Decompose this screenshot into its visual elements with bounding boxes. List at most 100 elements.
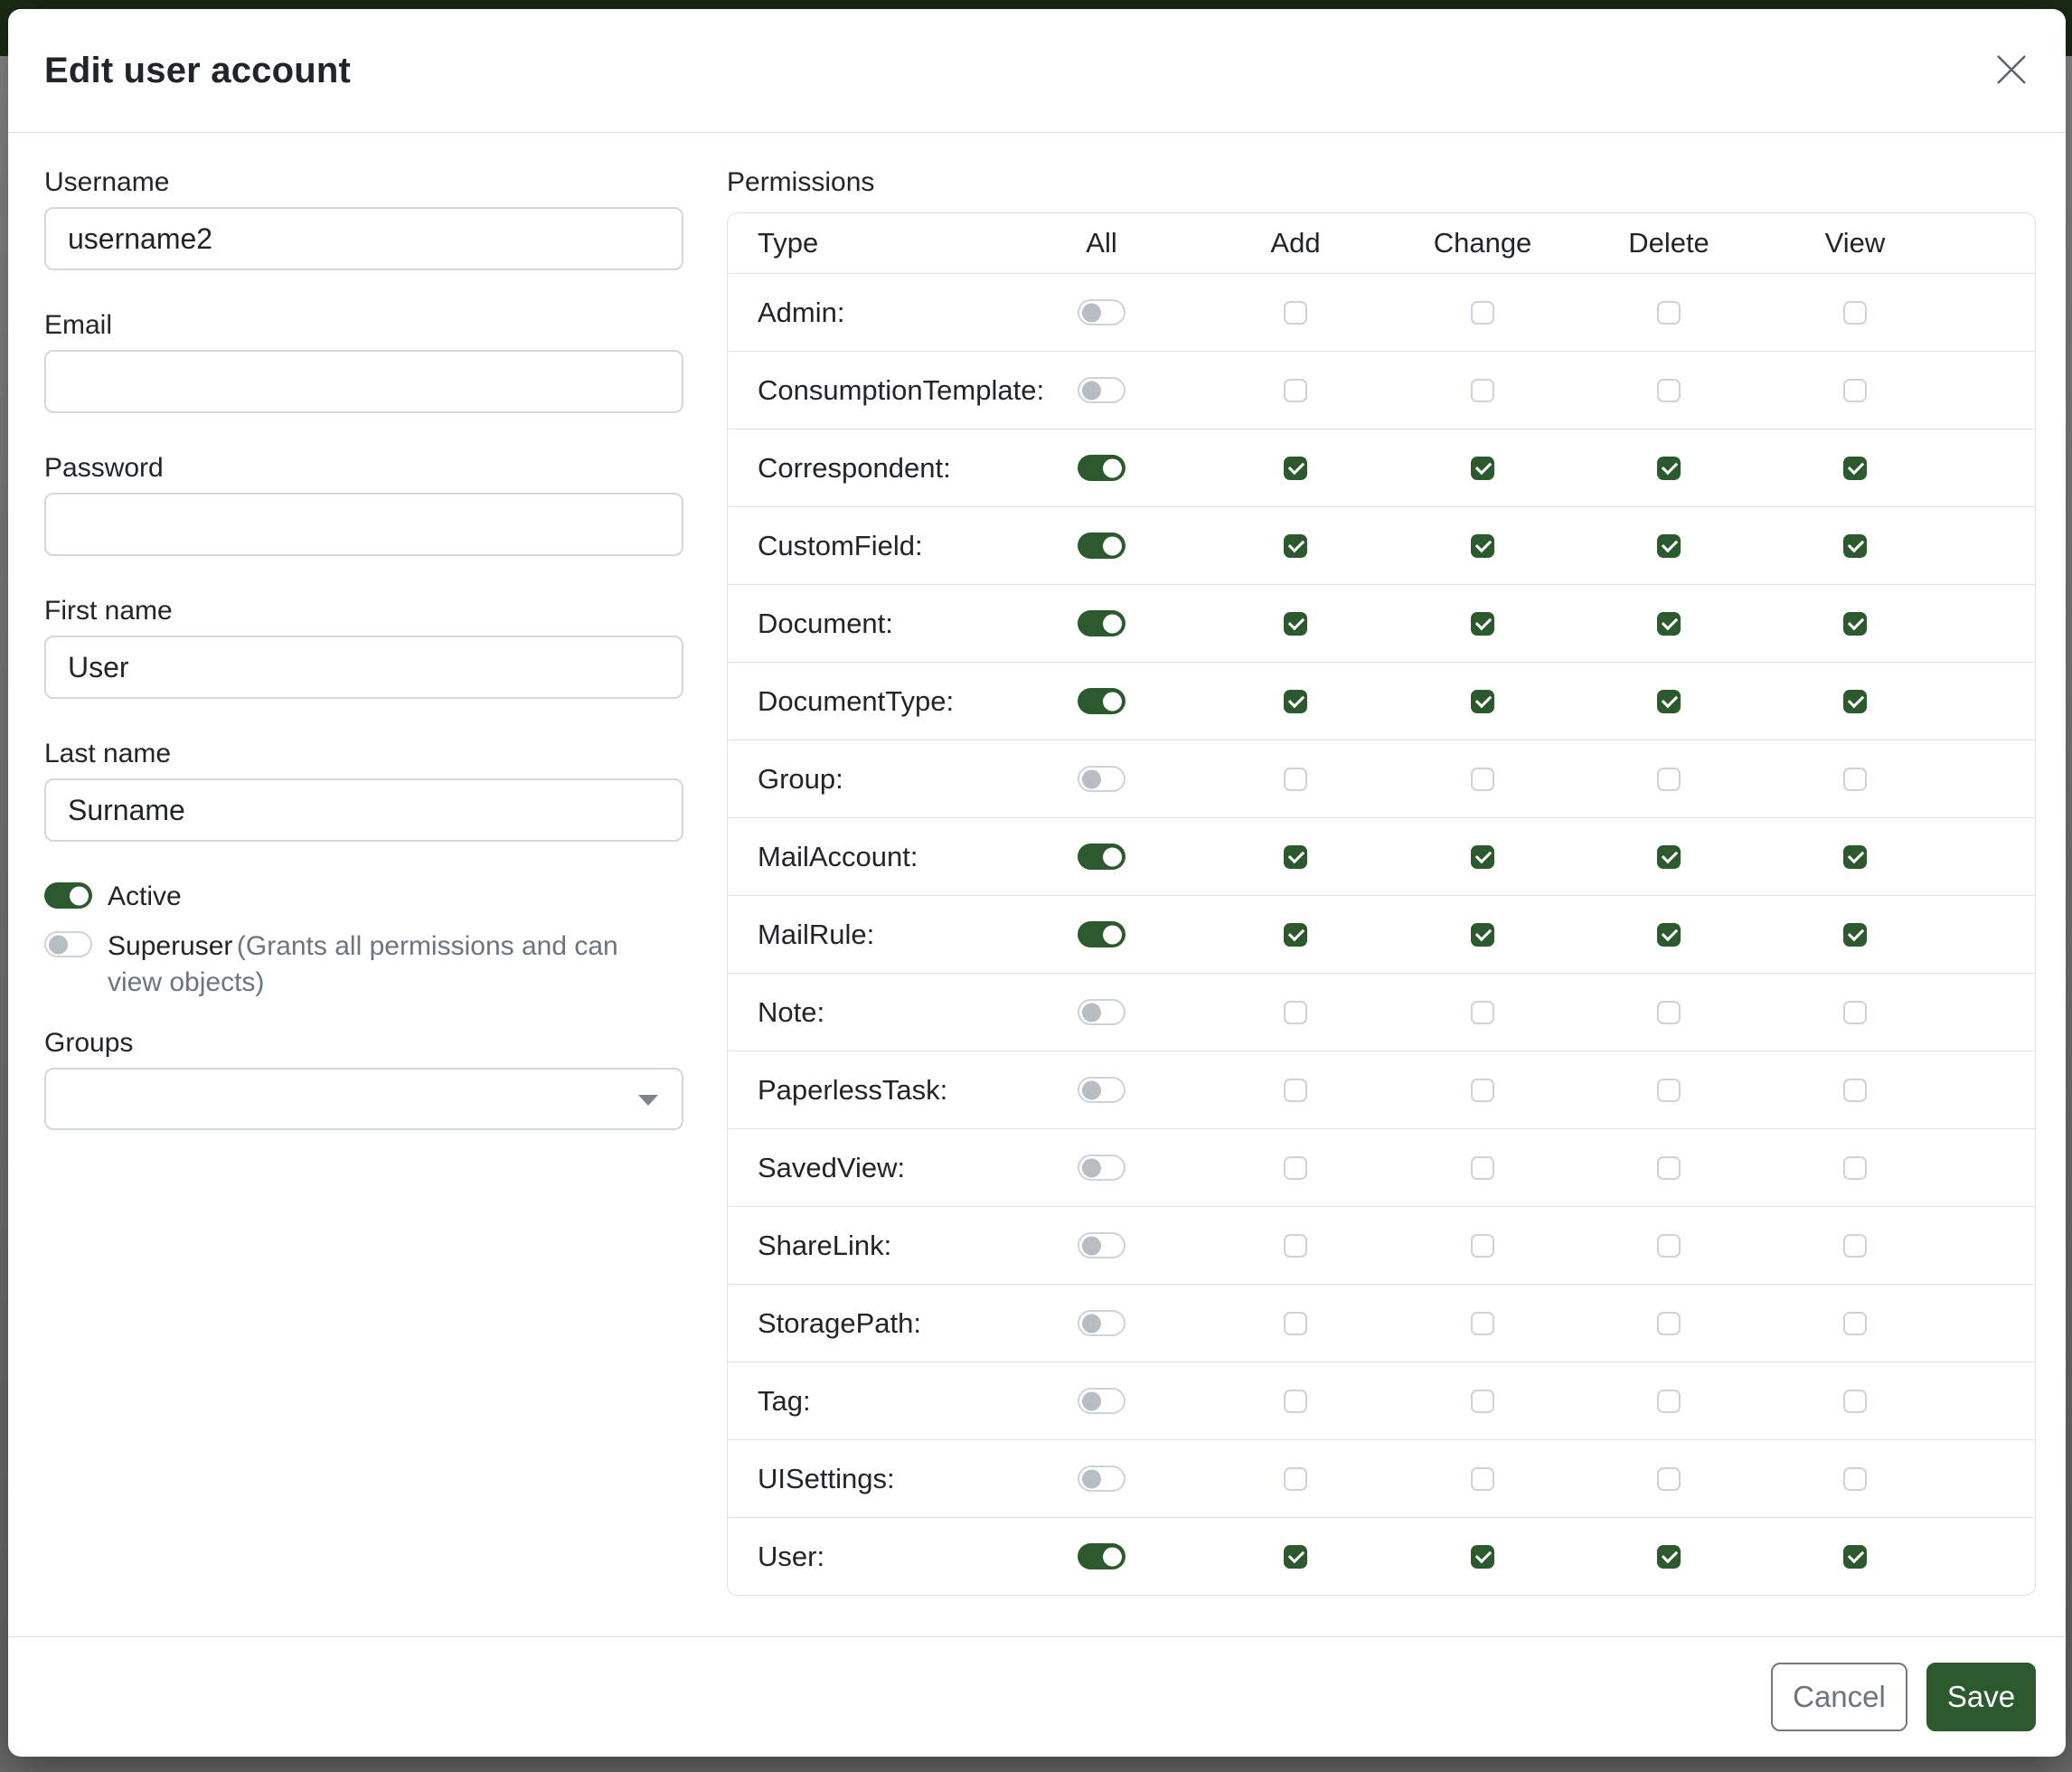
- cancel-button[interactable]: Cancel: [1771, 1663, 1907, 1731]
- permission-change-checkbox[interactable]: [1471, 379, 1494, 402]
- permission-view-checkbox[interactable]: [1843, 768, 1867, 791]
- permission-delete-checkbox[interactable]: [1657, 923, 1681, 947]
- permission-change-checkbox[interactable]: [1471, 534, 1494, 558]
- permission-view-checkbox[interactable]: [1843, 923, 1867, 947]
- first-name-field[interactable]: [44, 636, 683, 699]
- permission-add-checkbox[interactable]: [1284, 1156, 1307, 1180]
- permission-add-checkbox[interactable]: [1284, 768, 1307, 791]
- permission-add-checkbox[interactable]: [1284, 923, 1307, 947]
- column-header-change: Change: [1389, 227, 1576, 259]
- permission-delete-checkbox[interactable]: [1657, 1467, 1681, 1491]
- permission-add-checkbox[interactable]: [1284, 690, 1307, 713]
- permission-add-checkbox[interactable]: [1284, 1234, 1307, 1258]
- permission-view-checkbox[interactable]: [1843, 1312, 1867, 1335]
- permission-change-checkbox[interactable]: [1471, 845, 1494, 869]
- permission-all-toggle[interactable]: [1078, 377, 1125, 403]
- permission-change-checkbox[interactable]: [1471, 457, 1494, 480]
- permission-all-toggle[interactable]: [1078, 766, 1125, 792]
- permission-change-checkbox[interactable]: [1471, 1312, 1494, 1335]
- permission-all-toggle[interactable]: [1078, 610, 1125, 636]
- permission-change-checkbox[interactable]: [1471, 1390, 1494, 1413]
- permission-change-checkbox[interactable]: [1471, 1467, 1494, 1491]
- permission-all-toggle[interactable]: [1078, 1543, 1125, 1569]
- permission-change-checkbox[interactable]: [1471, 301, 1494, 325]
- permission-delete-checkbox[interactable]: [1657, 1234, 1681, 1258]
- permission-delete-checkbox[interactable]: [1657, 1390, 1681, 1413]
- permission-all-toggle[interactable]: [1078, 921, 1125, 947]
- permission-delete-checkbox[interactable]: [1657, 1079, 1681, 1102]
- permission-all-toggle[interactable]: [1078, 1310, 1125, 1336]
- permission-all-toggle[interactable]: [1078, 299, 1125, 325]
- permission-view-checkbox[interactable]: [1843, 845, 1867, 869]
- permission-delete-checkbox[interactable]: [1657, 457, 1681, 480]
- permission-all-toggle[interactable]: [1078, 533, 1125, 559]
- permission-delete-checkbox[interactable]: [1657, 379, 1681, 402]
- permission-view-checkbox[interactable]: [1843, 379, 1867, 402]
- permission-change-checkbox[interactable]: [1471, 1234, 1494, 1258]
- username-input[interactable]: [44, 207, 683, 270]
- permission-all-toggle[interactable]: [1078, 455, 1125, 481]
- permission-change-checkbox[interactable]: [1471, 1079, 1494, 1102]
- permission-view-checkbox[interactable]: [1843, 1467, 1867, 1491]
- permission-add-checkbox[interactable]: [1284, 1545, 1307, 1569]
- permission-delete-checkbox[interactable]: [1657, 1156, 1681, 1180]
- permission-all-toggle[interactable]: [1078, 688, 1125, 714]
- permission-delete-checkbox[interactable]: [1657, 845, 1681, 869]
- permission-change-checkbox[interactable]: [1471, 768, 1494, 791]
- permission-all-toggle[interactable]: [1078, 1155, 1125, 1181]
- permissions-table: Type All Add Change Delete View Admin: C…: [727, 212, 2036, 1596]
- groups-select[interactable]: [44, 1068, 683, 1130]
- permission-view-checkbox[interactable]: [1843, 1001, 1867, 1024]
- permission-add-checkbox[interactable]: [1284, 1001, 1307, 1024]
- email-field[interactable]: [44, 350, 683, 413]
- permission-row: Admin:: [728, 273, 2035, 351]
- permission-view-checkbox[interactable]: [1843, 534, 1867, 558]
- permission-add-checkbox[interactable]: [1284, 534, 1307, 558]
- permission-delete-checkbox[interactable]: [1657, 612, 1681, 636]
- permission-view-checkbox[interactable]: [1843, 1545, 1867, 1569]
- permission-all-toggle[interactable]: [1078, 1232, 1125, 1258]
- permission-add-checkbox[interactable]: [1284, 845, 1307, 869]
- permission-all-toggle[interactable]: [1078, 1077, 1125, 1103]
- permission-add-checkbox[interactable]: [1284, 379, 1307, 402]
- permission-delete-checkbox[interactable]: [1657, 690, 1681, 713]
- permission-view-checkbox[interactable]: [1843, 1390, 1867, 1413]
- permission-view-checkbox[interactable]: [1843, 1079, 1867, 1102]
- last-name-field[interactable]: [44, 778, 683, 842]
- close-button[interactable]: [1990, 49, 2033, 92]
- permission-view-checkbox[interactable]: [1843, 1234, 1867, 1258]
- permission-all-toggle[interactable]: [1078, 844, 1125, 870]
- permission-delete-checkbox[interactable]: [1657, 1312, 1681, 1335]
- permission-view-checkbox[interactable]: [1843, 301, 1867, 325]
- permission-all-toggle[interactable]: [1078, 1388, 1125, 1414]
- active-toggle[interactable]: [44, 882, 92, 909]
- permission-add-checkbox[interactable]: [1284, 1390, 1307, 1413]
- permission-view-checkbox[interactable]: [1843, 690, 1867, 713]
- permission-change-checkbox[interactable]: [1471, 1545, 1494, 1569]
- permission-view-checkbox[interactable]: [1843, 1156, 1867, 1180]
- permission-change-checkbox[interactable]: [1471, 923, 1494, 947]
- permission-change-checkbox[interactable]: [1471, 690, 1494, 713]
- permission-all-toggle[interactable]: [1078, 1466, 1125, 1492]
- save-button[interactable]: Save: [1926, 1663, 2036, 1731]
- permission-delete-checkbox[interactable]: [1657, 301, 1681, 325]
- permission-add-checkbox[interactable]: [1284, 457, 1307, 480]
- permission-add-checkbox[interactable]: [1284, 1079, 1307, 1102]
- permission-delete-checkbox[interactable]: [1657, 1545, 1681, 1569]
- permission-add-checkbox[interactable]: [1284, 612, 1307, 636]
- permission-add-checkbox[interactable]: [1284, 1312, 1307, 1335]
- permission-view-checkbox[interactable]: [1843, 457, 1867, 480]
- permission-add-checkbox[interactable]: [1284, 301, 1307, 325]
- password-field[interactable]: [44, 493, 683, 556]
- superuser-toggle[interactable]: [44, 931, 92, 957]
- permission-delete-checkbox[interactable]: [1657, 1001, 1681, 1024]
- permission-change-checkbox[interactable]: [1471, 612, 1494, 636]
- permission-delete-checkbox[interactable]: [1657, 534, 1681, 558]
- permission-view-checkbox[interactable]: [1843, 612, 1867, 636]
- permission-change-checkbox[interactable]: [1471, 1001, 1494, 1024]
- permission-change-checkbox[interactable]: [1471, 1156, 1494, 1180]
- permission-add-checkbox[interactable]: [1284, 1467, 1307, 1491]
- permission-delete-checkbox[interactable]: [1657, 768, 1681, 791]
- permission-all-toggle[interactable]: [1078, 999, 1125, 1025]
- email-label: Email: [44, 308, 683, 343]
